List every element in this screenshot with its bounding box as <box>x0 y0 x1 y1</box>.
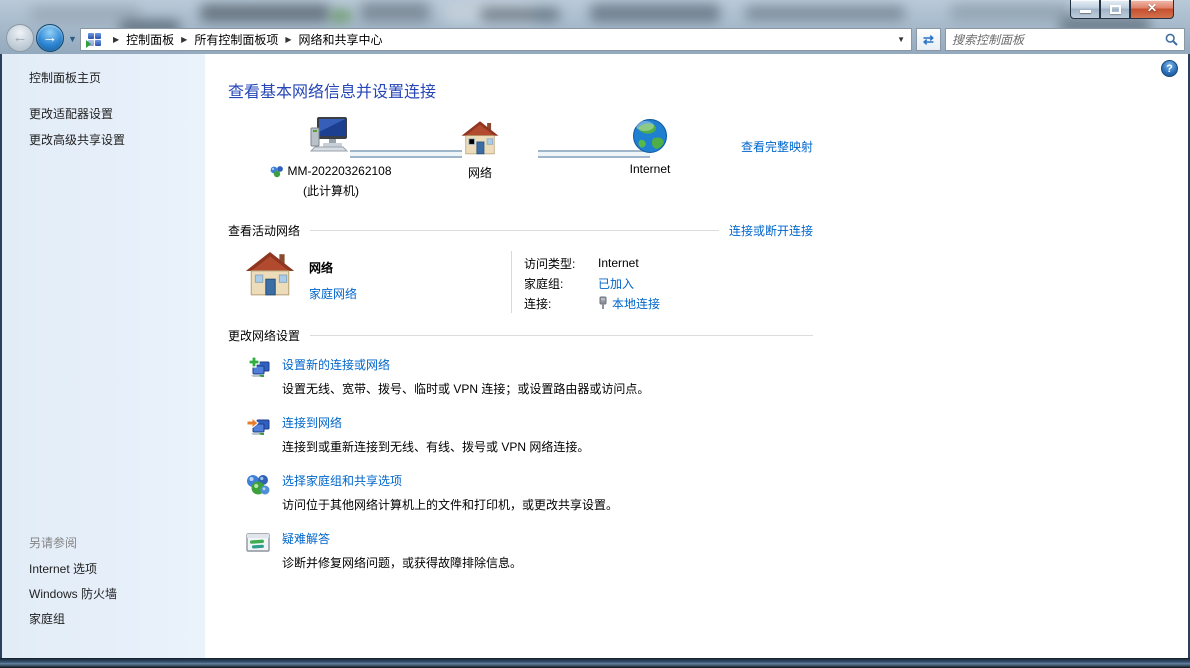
search-input[interactable] <box>946 29 1165 50</box>
forward-button[interactable]: → <box>36 24 64 52</box>
local-connection-link[interactable]: 本地连接 <box>612 295 660 312</box>
detail-label: 访问类型: <box>524 256 576 271</box>
homegroup-options-description: 访问位于其他网络计算机上的文件和打印机，或更改共享设置。 <box>282 498 619 512</box>
active-network-name: 网络 <box>309 261 334 275</box>
detail-row-homegroup: 家庭组: 已加入 <box>524 273 660 293</box>
connect-network-icon <box>245 414 271 440</box>
detail-value: Internet <box>598 256 639 270</box>
network-map: MM-202203262108 (此计算机) 网络 Internet 查看完整映… <box>228 116 813 212</box>
sidebar-item-change-adapter-settings[interactable]: 更改适配器设置 <box>29 106 205 122</box>
breadcrumb-arrow-icon: ▶ <box>113 35 120 44</box>
refresh-button[interactable]: ⇄ <box>916 28 941 51</box>
sidebar: 控制面板主页 更改适配器设置 更改高级共享设置 另请参阅 Internet 选项… <box>2 54 205 658</box>
setting-item-new-connection: 设置新的连接或网络 设置无线、宽带、拨号、临时或 VPN 连接；或设置路由器或访… <box>245 356 1188 397</box>
detail-label: 连接: <box>524 296 552 311</box>
see-also-header: 另请参阅 <box>29 536 78 550</box>
breadcrumb-arrow-icon: ▶ <box>285 35 292 44</box>
computer-sublabel: (此计算机) <box>303 184 359 198</box>
settings-list: 设置新的连接或网络 设置无线、宽带、拨号、临时或 VPN 连接；或设置路由器或访… <box>245 356 1188 571</box>
back-icon: ← <box>12 29 28 46</box>
map-node-internet[interactable]: Internet <box>600 118 700 176</box>
address-dropdown-icon[interactable]: ▼ <box>897 35 905 44</box>
sidebar-item-windows-firewall[interactable]: Windows 防火墙 <box>29 586 117 602</box>
network-type-link[interactable]: 家庭网络 <box>309 287 357 301</box>
search-icon <box>1165 33 1178 46</box>
computer-icon <box>256 116 406 154</box>
connect-network-description: 连接到或重新连接到无线、有线、拨号或 VPN 网络连接。 <box>282 440 590 454</box>
globe-icon <box>600 118 700 154</box>
see-also-section: 另请参阅 Internet 选项 Windows 防火墙 家庭组 <box>29 534 117 636</box>
setting-item-troubleshoot: 疑难解答 诊断并修复网络问题，或获得故障排除信息。 <box>245 530 1188 571</box>
window-content: 控制面板主页 更改适配器设置 更改高级共享设置 另请参阅 Internet 选项… <box>0 54 1190 658</box>
detail-row-access-type: 访问类型: Internet <box>524 253 660 273</box>
troubleshoot-description: 诊断并修复网络问题，或获得故障排除信息。 <box>282 556 523 570</box>
forward-icon: → <box>42 29 58 46</box>
troubleshoot-link[interactable]: 疑难解答 <box>282 532 330 546</box>
recent-pages-dropdown[interactable]: ▼ <box>68 34 77 44</box>
internet-map-label: Internet <box>629 162 671 176</box>
sidebar-item-homegroup[interactable]: 家庭组 <box>29 611 117 627</box>
network-sharing-center-window: ✕ ← → ▼ ▶ 控制面板 ▶ 所有控制面板项 ▶ 网络和共享中心 ▼ ⇄ 搜… <box>0 0 1190 668</box>
breadcrumb-arrow-icon: ▶ <box>181 35 188 44</box>
new-connection-icon <box>245 356 271 382</box>
active-networks-header-row: 查看活动网络 连接或断开连接 <box>228 222 813 239</box>
connect-network-link[interactable]: 连接到网络 <box>282 416 342 430</box>
setting-item-connect-network: 连接到网络 连接到或重新连接到无线、有线、拨号或 VPN 网络连接。 <box>245 414 1188 455</box>
search-box <box>945 28 1185 51</box>
back-button[interactable]: ← <box>6 24 34 52</box>
homegroup-options-link[interactable]: 选择家庭组和共享选项 <box>282 474 402 488</box>
window-controls: ✕ <box>1070 0 1174 19</box>
see-full-map-link[interactable]: 查看完整映射 <box>741 138 813 155</box>
ethernet-plug-icon <box>598 296 608 310</box>
setting-item-homegroup-sharing: 选择家庭组和共享选项 访问位于其他网络计算机上的文件和打印机，或更改共享设置。 <box>245 472 1188 513</box>
change-settings-header: 更改网络设置 <box>228 329 301 343</box>
change-settings-header-row: 更改网络设置 <box>228 327 813 344</box>
house-icon <box>430 120 530 156</box>
house-icon <box>245 251 295 297</box>
window-titlebar[interactable]: ✕ ← → ▼ ▶ 控制面板 ▶ 所有控制面板项 ▶ 网络和共享中心 ▼ ⇄ <box>0 0 1190 54</box>
new-connection-link[interactable]: 设置新的连接或网络 <box>282 358 390 372</box>
homegroup-mini-icon <box>270 165 284 178</box>
breadcrumb-control-panel[interactable]: 控制面板 <box>126 31 174 48</box>
sidebar-item-internet-options[interactable]: Internet 选项 <box>29 561 117 577</box>
help-button[interactable]: ? <box>1161 60 1178 77</box>
homegroup-joined-link[interactable]: 已加入 <box>598 275 634 292</box>
breadcrumb-all-items[interactable]: 所有控制面板项 <box>194 31 278 48</box>
sidebar-item-change-advanced-sharing[interactable]: 更改高级共享设置 <box>29 132 205 148</box>
new-connection-description: 设置无线、宽带、拨号、临时或 VPN 连接；或设置路由器或访问点。 <box>282 382 650 396</box>
homegroup-spheres-icon <box>245 472 271 498</box>
section-divider <box>310 335 813 336</box>
card-divider <box>511 251 512 313</box>
detail-row-connections: 连接: 本地连接 <box>524 293 660 313</box>
close-icon: ✕ <box>1146 1 1158 15</box>
maximize-button[interactable] <box>1100 0 1130 19</box>
network-map-label: 网络 <box>467 166 492 180</box>
map-node-network[interactable]: 网络 <box>430 120 530 181</box>
breadcrumb-network-sharing-center[interactable]: 网络和共享中心 <box>299 31 383 48</box>
address-bar[interactable]: ▶ 控制面板 ▶ 所有控制面板项 ▶ 网络和共享中心 ▼ <box>80 28 912 51</box>
main-panel: ? 查看基本网络信息并设置连接 MM-202203262108 (此计算机) 网… <box>205 54 1188 658</box>
window-bottom-border <box>0 658 1190 668</box>
minimize-icon <box>1080 10 1091 13</box>
page-title: 查看基本网络信息并设置连接 <box>228 84 437 101</box>
detail-label: 家庭组: <box>524 276 564 291</box>
sidebar-item-control-panel-home[interactable]: 控制面板主页 <box>29 70 205 86</box>
network-center-icon <box>86 32 102 48</box>
close-button[interactable]: ✕ <box>1130 0 1174 19</box>
connect-disconnect-link[interactable]: 连接或断开连接 <box>729 222 813 239</box>
computer-name-label: MM-202203262108 <box>287 164 392 178</box>
troubleshoot-icon <box>245 530 271 556</box>
active-networks-header: 查看活动网络 <box>228 224 301 238</box>
maximize-icon <box>1110 5 1121 14</box>
active-network-card: 网络 家庭网络 访问类型: Internet 家庭组: 已加入 连接: 本地连接 <box>245 251 830 313</box>
minimize-button[interactable] <box>1070 0 1100 19</box>
section-divider <box>310 230 719 231</box>
